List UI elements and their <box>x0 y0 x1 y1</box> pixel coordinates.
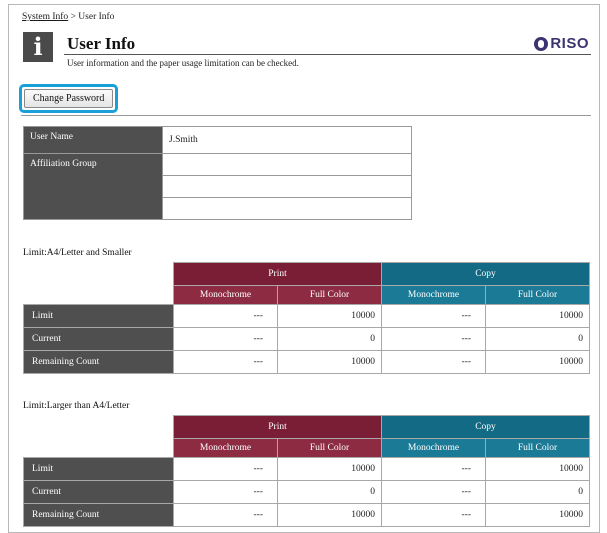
table-row: Current --- 0 --- 0 <box>23 327 590 351</box>
table-corner <box>24 416 174 458</box>
copy-header: Copy <box>381 262 590 286</box>
breadcrumb-separator: > <box>68 12 79 22</box>
page-title: User Info <box>67 34 136 53</box>
breadcrumb-system-info-link[interactable]: System Info <box>22 12 68 22</box>
section-divider <box>21 115 591 116</box>
table-row: Limit --- 10000 --- 10000 <box>23 457 590 481</box>
row-label-limit: Limit <box>23 304 174 328</box>
cell-value: 0 <box>277 327 382 351</box>
riso-logo-text: RISO <box>550 35 589 52</box>
cell-value: 10000 <box>277 304 382 328</box>
cell-value: --- <box>381 480 486 504</box>
user-name-label: User Name <box>23 126 163 154</box>
cell-value: --- <box>381 457 486 481</box>
row-label-remaining: Remaining Count <box>23 503 174 527</box>
copy-fullcolor-header: Full Color <box>485 438 590 458</box>
affiliation-group-value-3 <box>162 197 412 220</box>
limit-small-table: Print Copy Monochrome Full Color Monochr… <box>23 262 590 374</box>
info-icon: i <box>23 32 53 62</box>
table-row: Remaining Count --- 10000 --- 10000 <box>23 350 590 374</box>
table-corner <box>24 263 174 305</box>
cell-value: 10000 <box>485 350 590 374</box>
copy-fullcolor-header: Full Color <box>485 285 590 305</box>
page-subtitle: User information and the paper usage lim… <box>67 58 299 68</box>
print-fullcolor-header: Full Color <box>277 285 382 305</box>
header-divider <box>64 54 591 55</box>
cell-value: 10000 <box>277 350 382 374</box>
riso-logo: RISO <box>534 35 589 52</box>
table-row: User Name J.Smith <box>23 126 412 154</box>
limit-large-label: Limit:Larger than A4/Letter <box>23 401 130 411</box>
cell-value: 10000 <box>485 457 590 481</box>
cell-value: 10000 <box>277 457 382 481</box>
row-label-current: Current <box>23 480 174 504</box>
copy-monochrome-header: Monochrome <box>381 438 486 458</box>
cell-value: --- <box>173 327 278 351</box>
breadcrumb-current: User Info <box>78 12 115 22</box>
limit-large-table: Print Copy Monochrome Full Color Monochr… <box>23 415 590 527</box>
cell-value: --- <box>381 350 486 374</box>
table-row: Remaining Count --- 10000 --- 10000 <box>23 503 590 527</box>
row-label-limit: Limit <box>23 457 174 481</box>
cell-value: 10000 <box>485 503 590 527</box>
cell-value: --- <box>173 304 278 328</box>
table-row: Current --- 0 --- 0 <box>23 480 590 504</box>
cell-value: 0 <box>485 480 590 504</box>
cell-value: 10000 <box>277 503 382 527</box>
table-row: Affiliation Group <box>23 153 412 220</box>
breadcrumb: System Info > User Info <box>22 12 114 22</box>
affiliation-group-value-2 <box>162 175 412 198</box>
user-name-value: J.Smith <box>162 126 412 154</box>
print-fullcolor-header: Full Color <box>277 438 382 458</box>
cell-value: 0 <box>277 480 382 504</box>
cell-value: --- <box>173 480 278 504</box>
print-monochrome-header: Monochrome <box>173 285 278 305</box>
cell-value: --- <box>173 350 278 374</box>
affiliation-group-value-1 <box>162 153 412 176</box>
cell-value: --- <box>381 327 486 351</box>
print-monochrome-header: Monochrome <box>173 438 278 458</box>
cell-value: 10000 <box>485 304 590 328</box>
copy-header: Copy <box>381 415 590 439</box>
affiliation-group-label: Affiliation Group <box>23 153 163 220</box>
riso-logo-icon <box>534 36 549 51</box>
table-row: Limit --- 10000 --- 10000 <box>23 304 590 328</box>
user-info-table: User Name J.Smith Affiliation Group <box>23 126 412 220</box>
cell-value: --- <box>173 457 278 481</box>
row-label-current: Current <box>23 327 174 351</box>
cell-value: --- <box>381 503 486 527</box>
change-password-highlight: Change Password <box>19 84 119 113</box>
print-header: Print <box>173 415 382 439</box>
cell-value: --- <box>381 304 486 328</box>
user-info-panel: System Info > User Info i User Info RISO… <box>8 4 600 533</box>
change-password-button[interactable]: Change Password <box>24 89 114 108</box>
limit-small-label: Limit:A4/Letter and Smaller <box>23 248 132 258</box>
print-header: Print <box>173 262 382 286</box>
cell-value: 0 <box>485 327 590 351</box>
copy-monochrome-header: Monochrome <box>381 285 486 305</box>
row-label-remaining: Remaining Count <box>23 350 174 374</box>
cell-value: --- <box>173 503 278 527</box>
